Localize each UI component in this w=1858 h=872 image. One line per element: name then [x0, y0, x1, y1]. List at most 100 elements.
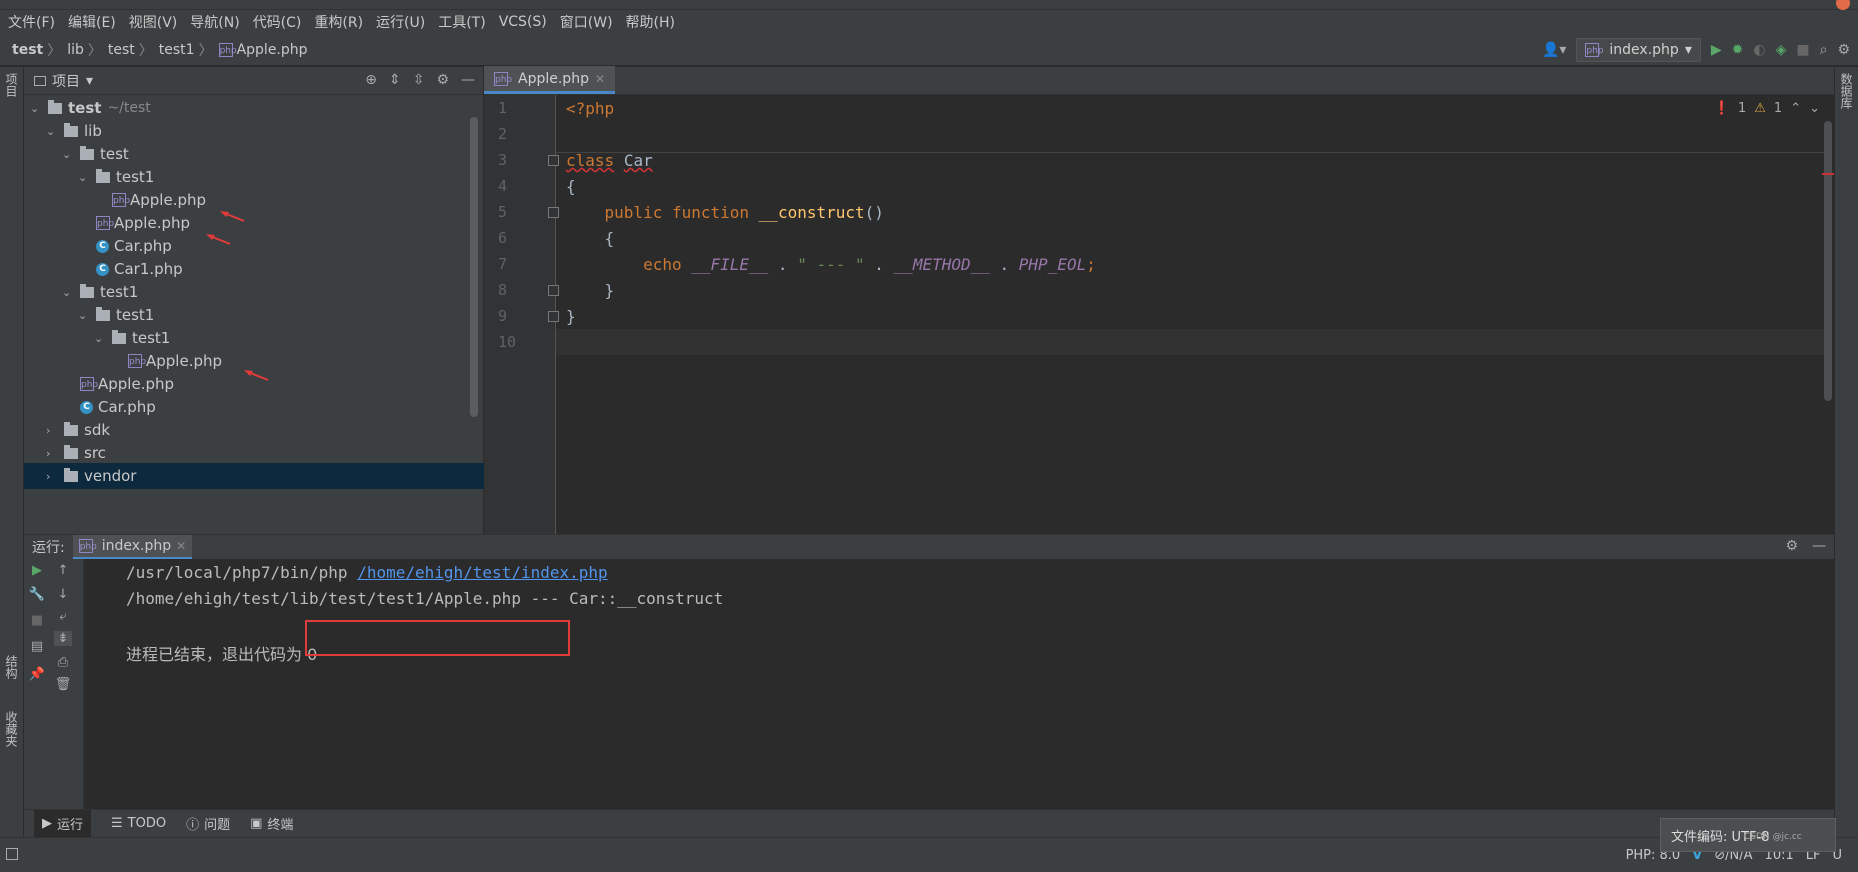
- wrench-icon[interactable]: 🔧: [28, 587, 46, 602]
- breadcrumb-item[interactable]: lib: [67, 42, 84, 58]
- operator: .: [989, 255, 1019, 274]
- expand-arrow-icon[interactable]: ⌄: [78, 309, 90, 322]
- code-area[interactable]: <?php class Car { public function __cons…: [556, 95, 1834, 534]
- close-icon[interactable]: ✕: [595, 72, 605, 86]
- layout-icon[interactable]: ▤: [28, 639, 46, 654]
- trash-icon[interactable]: 🗑: [54, 677, 72, 692]
- arrow-down-icon[interactable]: ↓: [54, 587, 72, 602]
- hide-icon[interactable]: —: [1812, 538, 1826, 554]
- breadcrumb-item[interactable]: Apple.php: [237, 42, 308, 58]
- folder-icon: [64, 122, 78, 137]
- toggle-tool-windows-icon[interactable]: [6, 848, 18, 860]
- list-icon: ☰: [111, 816, 123, 831]
- print-icon[interactable]: ⎙: [54, 655, 72, 670]
- pin-icon[interactable]: 📌: [28, 667, 46, 682]
- tree-item-label: Apple.php: [130, 191, 207, 209]
- menu-tools[interactable]: 工具(T): [438, 12, 485, 32]
- run-configuration-select[interactable]: php index.php ▾: [1576, 38, 1701, 62]
- bottom-tab-run[interactable]: ▶ 运行: [34, 809, 92, 838]
- bottom-tab-terminal[interactable]: ▣ 终端: [250, 814, 293, 833]
- tree-item-label: Apple.php: [98, 375, 175, 393]
- tool-tab-structure[interactable]: 结构: [3, 655, 20, 679]
- breadcrumb-item[interactable]: test: [108, 42, 135, 58]
- bottom-tab-label: 运行: [57, 818, 84, 833]
- bottom-tool-tabs: ▶ 运行 ☰ TODO ⓘ 问题 ▣ 终端: [24, 809, 1834, 838]
- keyword: public function: [604, 203, 750, 222]
- gear-icon[interactable]: ⚙: [1785, 538, 1798, 554]
- code-line-3: class Car: [566, 151, 653, 170]
- tree-scrollbar[interactable]: [470, 117, 478, 417]
- expand-arrow-icon[interactable]: ⌄: [62, 286, 74, 299]
- code-line-1: <?php: [566, 99, 614, 118]
- expand-arrow-icon[interactable]: ⌄: [78, 171, 90, 184]
- bottom-tab-problems[interactable]: ⓘ 问题: [186, 814, 230, 833]
- expand-arrow-icon[interactable]: ›: [46, 424, 58, 437]
- console-output[interactable]: /usr/local/php7/bin/php /home/ehigh/test…: [84, 559, 1834, 810]
- editor-tab-bar: php Apple.php ✕: [484, 66, 1834, 95]
- chevron-down-icon[interactable]: ⌄: [1809, 101, 1820, 116]
- menu-run[interactable]: 运行(U): [376, 12, 425, 32]
- coverage-icon[interactable]: ◐: [1753, 42, 1765, 58]
- editor-tab[interactable]: php Apple.php ✕: [484, 66, 616, 94]
- expand-arrow-icon[interactable]: ›: [46, 447, 58, 460]
- tree-item-label: test: [68, 99, 102, 117]
- window-close-button[interactable]: [1836, 0, 1850, 10]
- tree-item-label: vendor: [84, 467, 137, 485]
- run-icon[interactable]: ▶: [1711, 42, 1722, 58]
- stop-icon[interactable]: ■: [1796, 42, 1809, 58]
- inspection-widget[interactable]: ❗ 1 ⚠ 1 ⌃ ⌄: [1714, 101, 1820, 116]
- rerun-icon[interactable]: ▶: [28, 563, 46, 578]
- menu-vcs[interactable]: VCS(S): [499, 14, 547, 30]
- menu-bar: 文件(F) 编辑(E) 视图(V) 导航(N) 代码(C) 重构(R) 运行(U…: [0, 10, 1858, 34]
- tool-tab-favorites[interactable]: 收藏夹: [3, 711, 20, 747]
- gear-icon[interactable]: ⚙: [436, 72, 449, 88]
- menu-code[interactable]: 代码(C): [253, 12, 302, 32]
- arrow-up-icon[interactable]: ↑: [54, 563, 72, 578]
- run-configuration-label: index.php: [1609, 42, 1679, 58]
- tree-item[interactable]: › vendor: [24, 463, 484, 489]
- settings-icon[interactable]: ⚙: [1837, 42, 1850, 58]
- chevron-down-icon[interactable]: ▾: [86, 73, 93, 89]
- hide-icon[interactable]: —: [461, 72, 475, 88]
- stop-icon[interactable]: ■: [28, 613, 46, 628]
- menu-navigate[interactable]: 导航(N): [190, 12, 239, 32]
- search-icon[interactable]: ⌕: [1820, 42, 1828, 58]
- close-icon[interactable]: ✕: [176, 539, 186, 553]
- expand-arrow-icon[interactable]: ⌄: [94, 332, 106, 345]
- console-file-link[interactable]: /home/ehigh/test/index.php: [357, 563, 607, 582]
- tool-tab-database[interactable]: 数据库: [1838, 73, 1855, 109]
- menu-file[interactable]: 文件(F): [8, 12, 55, 32]
- expand-arrow-icon[interactable]: ⌄: [62, 148, 74, 161]
- breadcrumb-item[interactable]: test: [12, 42, 43, 58]
- locate-icon[interactable]: ⊕: [365, 72, 377, 88]
- menu-window[interactable]: 窗口(W): [560, 12, 613, 32]
- menu-view[interactable]: 视图(V): [129, 12, 178, 32]
- bottom-tab-todo[interactable]: ☰ TODO: [111, 816, 166, 831]
- tree-item-label: lib: [84, 122, 102, 140]
- user-icon[interactable]: 👤▾: [1542, 42, 1566, 58]
- menu-refactor[interactable]: 重构(R): [314, 12, 363, 32]
- expand-all-icon[interactable]: ⇕: [389, 72, 401, 88]
- expand-arrow-icon[interactable]: ⌄: [46, 125, 58, 138]
- error-stripe-marker[interactable]: [1822, 173, 1834, 175]
- status-bar: PHP: 8.0 V ⊘/N/A 10:1 LF U: [0, 837, 1858, 872]
- scroll-to-end-icon[interactable]: ⇟: [54, 631, 72, 646]
- run-tab[interactable]: php index.php ✕: [72, 535, 193, 559]
- expand-arrow-icon[interactable]: ⌄: [30, 102, 42, 115]
- expand-arrow-icon[interactable]: ›: [46, 470, 58, 483]
- constant: PHP_EOL: [1018, 255, 1087, 274]
- error-icon: ❗: [1713, 101, 1730, 116]
- soft-wrap-icon[interactable]: ⤶: [54, 609, 72, 624]
- breadcrumb-item[interactable]: test1: [159, 42, 195, 58]
- warning-icon: ⚠: [1754, 101, 1766, 116]
- debug-icon[interactable]: ✹: [1732, 42, 1744, 58]
- project-panel-title[interactable]: 项目: [52, 71, 80, 91]
- collapse-all-icon[interactable]: ⇳: [413, 72, 425, 88]
- editor-scrollbar[interactable]: [1824, 121, 1832, 401]
- menu-edit[interactable]: 编辑(E): [68, 12, 116, 32]
- php-file-icon: php: [1585, 43, 1604, 57]
- profile-icon[interactable]: ◈: [1776, 42, 1787, 58]
- menu-help[interactable]: 帮助(H): [626, 12, 675, 32]
- chevron-up-icon[interactable]: ⌃: [1790, 101, 1801, 116]
- tool-tab-project[interactable]: 项目: [3, 73, 20, 97]
